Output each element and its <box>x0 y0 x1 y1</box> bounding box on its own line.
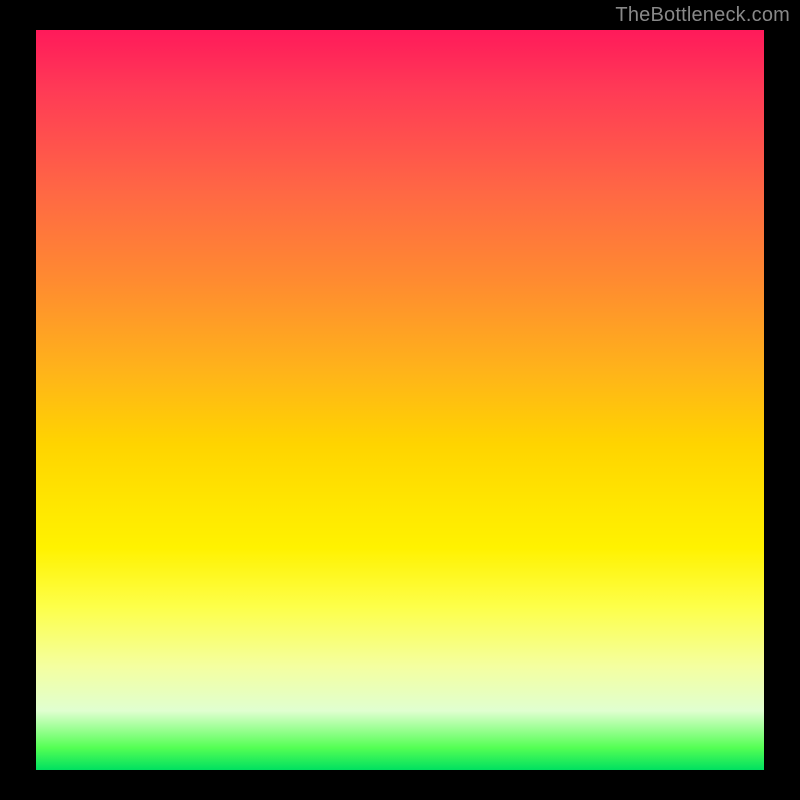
watermark-label: TheBottleneck.com <box>615 4 790 27</box>
chart-frame: TheBottleneck.com <box>0 0 800 800</box>
plot-area <box>36 30 764 770</box>
gradient-background <box>36 30 764 770</box>
